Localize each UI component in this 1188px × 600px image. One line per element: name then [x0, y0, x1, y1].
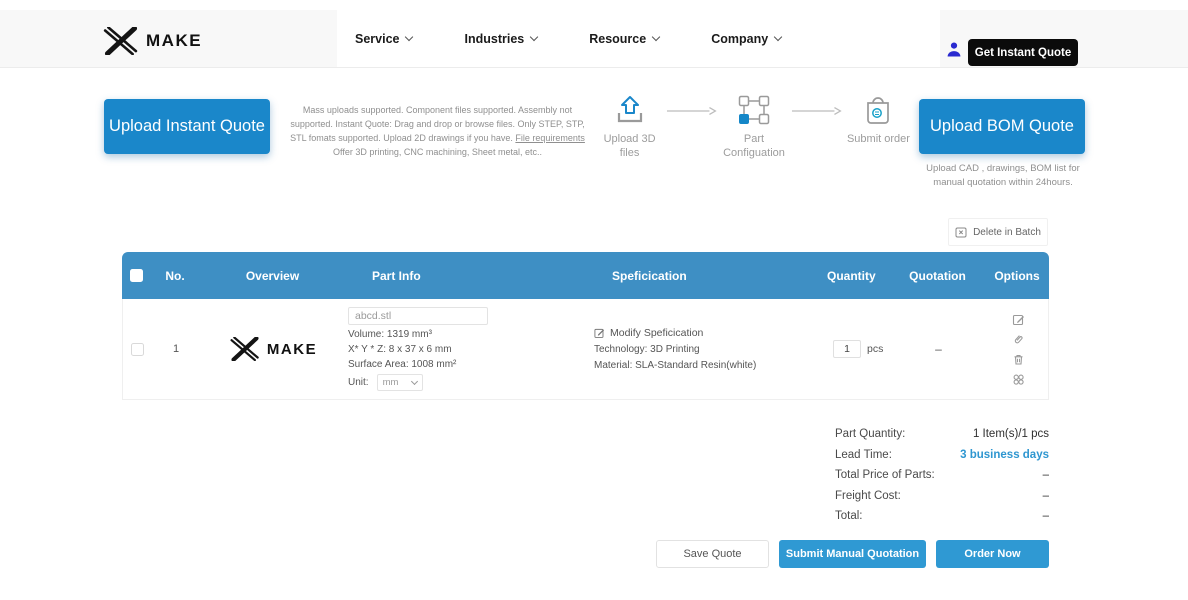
unit-label: Unit:	[348, 377, 369, 388]
part-info-cell: Volume: 1319 mm³ X* Y * Z: 8 x 37 x 6 mm…	[346, 307, 586, 391]
upload-bom-quote-button[interactable]: Upload BOM Quote	[919, 99, 1085, 154]
chevron-down-icon	[652, 33, 660, 41]
quote-steps: Upload 3D files Part Configuation Submit…	[595, 94, 913, 161]
col-specification: Speficication	[585, 269, 800, 283]
step-arrow-icon	[666, 106, 717, 116]
col-quotation: Quotation	[890, 269, 985, 283]
summary-lead-time: Lead Time: 3 business days	[835, 445, 1049, 466]
part-dimensions: X* Y * Z: 8 x 37 x 6 mm	[348, 344, 586, 355]
main-nav: Service Industries Resource Company	[337, 10, 940, 67]
submit-order-icon	[863, 94, 893, 126]
attachment-icon[interactable]	[1012, 333, 1025, 346]
chevron-down-icon	[774, 33, 782, 41]
nav-item-resource[interactable]: Resource	[589, 32, 659, 46]
brand-text: MAKE	[146, 31, 202, 51]
quantity-input[interactable]	[833, 340, 861, 358]
step-part-configuration: Part Configuation	[719, 94, 788, 161]
copies-icon[interactable]	[1012, 373, 1025, 386]
delete-in-batch-button[interactable]: Delete in Batch	[948, 218, 1048, 246]
unit-select[interactable]: mm	[377, 374, 423, 391]
get-instant-quote-button[interactable]: Get Instant Quote	[968, 39, 1078, 66]
part-overview-thumbnail: MAKE	[201, 337, 346, 361]
file-name-input[interactable]	[348, 307, 488, 325]
options-cell	[986, 313, 1050, 386]
edit-note-icon[interactable]	[1012, 313, 1025, 326]
xmake-x-icon	[230, 337, 260, 361]
upload-notes: Mass uploads supported. Component files …	[287, 104, 588, 160]
chevron-down-icon	[530, 33, 538, 41]
summary-part-quantity: Part Quantity: 1 Item(s)/1 pcs	[835, 424, 1049, 445]
order-summary: Part Quantity: 1 Item(s)/1 pcs Lead Time…	[835, 424, 1049, 527]
specification-cell: Modify Speficication Technology: 3D Prin…	[586, 327, 801, 371]
col-part-info: Part Info	[345, 269, 585, 283]
step-submit-order: Submit order	[844, 94, 913, 146]
select-all-checkbox[interactable]	[130, 269, 143, 282]
upload-3d-icon	[612, 94, 648, 126]
overview-logo-text: MAKE	[267, 341, 317, 358]
file-requirements-link[interactable]: File requirements	[515, 133, 585, 143]
nav-item-service[interactable]: Service	[355, 32, 412, 46]
part-surface-area: Surface Area: 1008 mm²	[348, 359, 586, 370]
brand-logo[interactable]: MAKE	[103, 27, 202, 55]
nav-item-industries[interactable]: Industries	[464, 32, 537, 46]
part-config-icon	[737, 94, 771, 126]
quantity-cell: pcs	[801, 340, 891, 358]
delete-icon[interactable]	[1012, 353, 1025, 366]
part-volume: Volume: 1319 mm³	[348, 329, 586, 340]
save-quote-button[interactable]: Save Quote	[656, 540, 769, 568]
summary-freight-cost: Freight Cost: –	[835, 486, 1049, 507]
col-options: Options	[985, 269, 1049, 283]
technology-text: Technology: 3D Printing	[594, 344, 801, 355]
col-no: No.	[150, 269, 200, 283]
header-bar: MAKE Service Industries Resource Company…	[0, 10, 1188, 68]
quantity-unit: pcs	[867, 343, 883, 355]
summary-total-price: Total Price of Parts: –	[835, 465, 1049, 486]
bom-note: Upload CAD , drawings, BOM list for manu…	[921, 162, 1085, 190]
account-icon[interactable]	[946, 41, 962, 63]
table-header-row: No. Overview Part Info Speficication Qua…	[122, 252, 1049, 299]
quotation-value: –	[891, 342, 986, 356]
parts-table: No. Overview Part Info Speficication Qua…	[122, 252, 1049, 400]
summary-total: Total: –	[835, 506, 1049, 527]
batch-delete-icon	[955, 226, 967, 238]
row-number: 1	[151, 343, 201, 355]
order-now-button[interactable]: Order Now	[936, 540, 1049, 568]
material-text: Material: SLA-Standard Resin(white)	[594, 360, 801, 371]
chevron-down-icon	[411, 378, 418, 385]
nav-item-company[interactable]: Company	[711, 32, 781, 46]
submit-manual-quotation-button[interactable]: Submit Manual Quotation	[779, 540, 926, 568]
upload-instant-quote-button[interactable]: Upload Instant Quote	[104, 99, 270, 154]
modify-specification-link[interactable]: Modify Speficication	[594, 327, 801, 339]
step-upload-3d-files: Upload 3D files	[595, 94, 664, 161]
xmake-x-icon	[103, 27, 139, 55]
col-quantity: Quantity	[800, 269, 890, 283]
col-overview: Overview	[200, 269, 345, 283]
row-checkbox[interactable]	[131, 343, 144, 356]
edit-icon	[594, 328, 605, 339]
table-row: 1 MAKE Volume: 1319 mm³ X* Y * Z: 8 x 37…	[122, 299, 1049, 400]
step-arrow-icon	[791, 106, 842, 116]
chevron-down-icon	[405, 33, 413, 41]
upload-note-line3: Offer 3D printing, CNC machining, Sheet …	[333, 147, 542, 157]
